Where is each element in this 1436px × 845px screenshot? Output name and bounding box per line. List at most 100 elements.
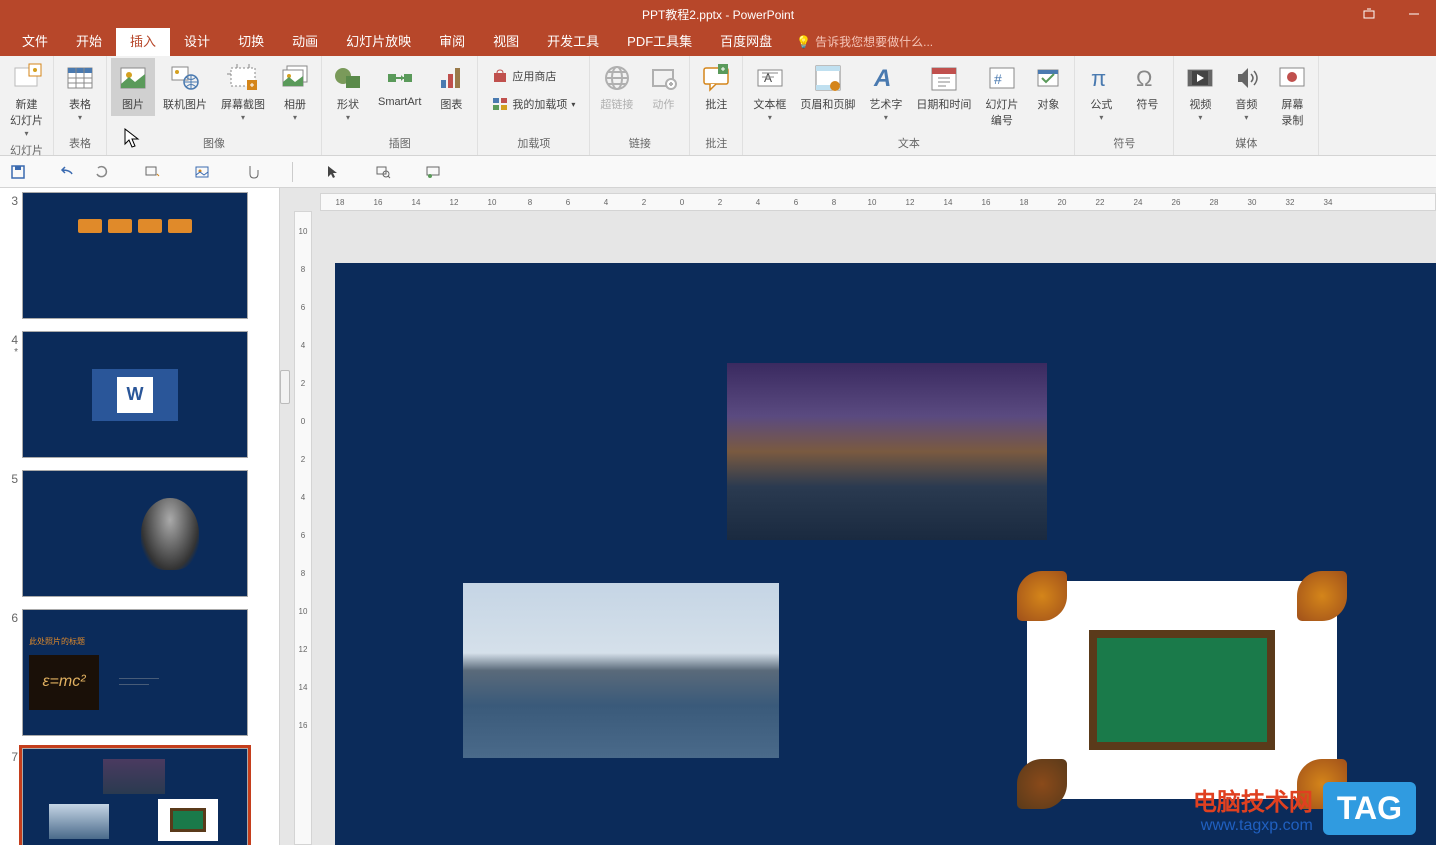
mountain-image[interactable] <box>463 583 779 758</box>
ribbon-btn-艺术字[interactable]: A艺术字▾ <box>863 58 908 126</box>
slide-thumb-6[interactable]: 6此处照片的标题ε=mc²—————————————— <box>4 609 271 736</box>
redo-icon[interactable] <box>92 162 112 182</box>
ribbon-btn-图片[interactable]: 图片 <box>111 58 155 116</box>
新建幻灯片-icon <box>11 62 43 94</box>
slide-thumb-3[interactable]: 3 <box>4 192 271 319</box>
ribbon-group-label: 加载项 <box>482 135 585 153</box>
ribbon-btn-日期和时间[interactable]: 日期和时间 <box>910 58 977 116</box>
menubar: 文件 开始 插入 设计 切换 动画 幻灯片放映 审阅 视图 开发工具 PDF工具… <box>0 28 1436 56</box>
ribbon-btn-表格[interactable]: 表格▾ <box>58 58 102 126</box>
ribbon-btn-音频[interactable]: 音频▾ <box>1224 58 1268 126</box>
ribbon-btn-屏幕录制[interactable]: 屏幕录制 <box>1270 58 1314 132</box>
ribbon-group-label: 图像 <box>111 135 317 153</box>
相册-icon <box>279 62 311 94</box>
ribbon-btn-SmartArt[interactable]: SmartArt <box>372 58 427 112</box>
dropdown-arrow-icon: ▾ <box>1244 113 1248 122</box>
tab-pdf-tools[interactable]: PDF工具集 <box>613 25 706 56</box>
ribbon-btn-页眉和页脚[interactable]: 页眉和页脚 <box>794 58 861 116</box>
ribbon-btn-视频[interactable]: 视频▾ <box>1178 58 1222 126</box>
zoom-icon[interactable] <box>373 162 393 182</box>
slide-thumbnail-panel[interactable]: 34*W56此处照片的标题ε=mc²——————————————7 <box>0 188 280 845</box>
dropdown-arrow-icon: ▾ <box>346 113 350 122</box>
document-name: PPT教程2.pptx <box>642 8 722 22</box>
slide-number: 3 <box>4 192 22 319</box>
slide-thumbnail[interactable]: W <box>22 331 248 458</box>
slide-thumb-4[interactable]: 4*W <box>4 331 271 458</box>
watermark: 电脑技术网 www.tagxp.com TAG <box>1193 782 1416 835</box>
ribbon-group-label: 幻灯片 <box>4 142 49 160</box>
ribbon-group-媒体: 视频▾音频▾屏幕录制媒体 <box>1174 56 1319 155</box>
ribbon: 新建幻灯片▾幻灯片表格▾表格图片联机图片屏幕截图▾相册▾图像形状▾SmartAr… <box>0 56 1436 156</box>
tab-review[interactable]: 审阅 <box>425 25 479 56</box>
ribbon-btn-超链接: 超链接 <box>594 58 639 116</box>
ribbon-btn-新建幻灯片[interactable]: 新建幻灯片▾ <box>4 58 49 142</box>
ribbon-btn-屏幕截图[interactable]: 屏幕截图▾ <box>215 58 271 126</box>
slide-editor[interactable]: 1816141210864202468101214161820222426283… <box>280 188 1436 845</box>
minimize-button[interactable] <box>1391 0 1436 28</box>
ribbon-btn-联机图片[interactable]: 联机图片 <box>157 58 213 116</box>
tab-insert[interactable]: 插入 <box>116 25 170 56</box>
ribbon-group-符号: π公式▾Ω符号符号 <box>1075 56 1174 155</box>
ribbon-group-表格: 表格▾表格 <box>54 56 107 155</box>
公式-icon: π <box>1085 62 1117 94</box>
tab-view[interactable]: 视图 <box>479 25 533 56</box>
city-image[interactable] <box>727 363 1047 540</box>
slide-thumbnail[interactable]: 此处照片的标题ε=mc²—————————————— <box>22 609 248 736</box>
批注-icon <box>700 62 732 94</box>
slide-thumbnail[interactable] <box>22 470 248 597</box>
dropdown-arrow-icon: ▾ <box>768 113 772 122</box>
我的加载项-icon <box>492 96 508 112</box>
slide-number: 6 <box>4 609 22 736</box>
tab-home[interactable]: 开始 <box>62 25 116 56</box>
slide-number: 7 <box>4 748 22 845</box>
svg-text:π: π <box>1091 66 1106 91</box>
save-icon[interactable] <box>8 162 28 182</box>
ribbon-btn-相册[interactable]: 相册▾ <box>273 58 317 126</box>
tell-me-search[interactable]: 💡 告诉我您想要做什么... <box>796 27 933 56</box>
tab-file[interactable]: 文件 <box>8 25 62 56</box>
tab-baidu-netdisk[interactable]: 百度网盘 <box>706 25 786 56</box>
ribbon-group-插图: 形状▾SmartArt图表插图 <box>322 56 478 155</box>
ribbon-btn-文本框[interactable]: A文本框▾ <box>747 58 792 126</box>
ribbon-btn-应用商店[interactable]: 应用商店 <box>488 66 579 86</box>
undo-icon[interactable] <box>58 162 78 182</box>
mouse-cursor-icon[interactable] <box>323 162 343 182</box>
slide-thumbnail[interactable] <box>22 748 248 845</box>
ribbon-group-批注: 批注批注 <box>690 56 743 155</box>
ribbon-btn-批注[interactable]: 批注 <box>694 58 738 116</box>
ribbon-group-label: 批注 <box>694 135 738 153</box>
app-name: PowerPoint <box>733 8 794 22</box>
chalkboard-inner <box>1089 630 1275 750</box>
ribbon-btn-我的加载项[interactable]: 我的加载项 ▾ <box>488 94 579 114</box>
tab-developer[interactable]: 开发工具 <box>533 25 613 56</box>
present-icon[interactable] <box>423 162 443 182</box>
ribbon-group-文本: A文本框▾页眉和页脚A艺术字▾日期和时间#幻灯片编号对象文本 <box>743 56 1075 155</box>
超链接-icon <box>601 62 633 94</box>
start-from-beginning-icon[interactable] <box>142 162 162 182</box>
图表-icon <box>435 62 467 94</box>
slide-thumb-5[interactable]: 5 <box>4 470 271 597</box>
chalkboard-frame-image[interactable] <box>1027 581 1337 799</box>
ribbon-display-options[interactable] <box>1346 0 1391 28</box>
ribbon-btn-幻灯片编号[interactable]: #幻灯片编号 <box>979 58 1024 132</box>
splitter-knob[interactable] <box>280 370 290 404</box>
slide-canvas[interactable] <box>335 263 1436 845</box>
视频-icon <box>1184 62 1216 94</box>
文本框-icon: A <box>754 62 786 94</box>
ribbon-btn-符号[interactable]: Ω符号 <box>1125 58 1169 116</box>
ribbon-btn-公式[interactable]: π公式▾ <box>1079 58 1123 126</box>
ribbon-btn-形状[interactable]: 形状▾ <box>326 58 370 126</box>
quick-access-toolbar <box>0 156 1436 188</box>
tab-transitions[interactable]: 切换 <box>224 25 278 56</box>
ribbon-btn-图表[interactable]: 图表 <box>429 58 473 116</box>
tab-design[interactable]: 设计 <box>170 25 224 56</box>
horizontal-ruler: 1816141210864202468101214161820222426283… <box>320 193 1436 211</box>
ribbon-btn-对象[interactable]: 对象 <box>1026 58 1070 116</box>
tab-animations[interactable]: 动画 <box>278 25 332 56</box>
slide-thumb-7[interactable]: 7 <box>4 748 271 845</box>
tab-slideshow[interactable]: 幻灯片放映 <box>332 25 425 56</box>
slide-thumbnail[interactable] <box>22 192 248 319</box>
vertical-ruler: 1086420246810121416 <box>294 211 312 845</box>
touch-mode-icon[interactable] <box>242 162 262 182</box>
image-mode-icon[interactable] <box>192 162 212 182</box>
